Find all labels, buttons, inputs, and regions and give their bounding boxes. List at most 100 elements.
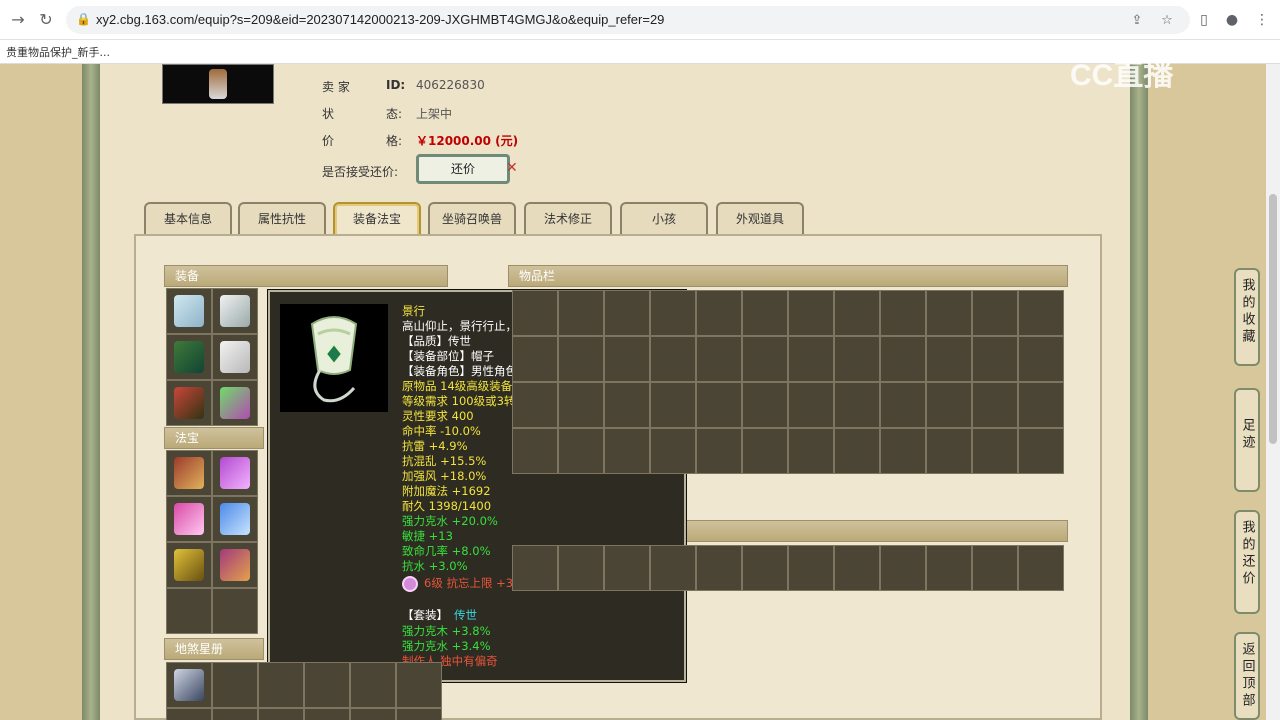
grid-slot[interactable] [788, 336, 834, 382]
grid-slot[interactable] [166, 288, 212, 334]
grid-slot[interactable] [604, 290, 650, 336]
grid-slot[interactable] [258, 708, 304, 720]
grid-slot[interactable] [742, 290, 788, 336]
grid-slot[interactable] [972, 290, 1018, 336]
grid-slot[interactable] [696, 290, 742, 336]
grid-slot[interactable] [1018, 428, 1064, 474]
grid-slot[interactable] [558, 290, 604, 336]
grid-slot[interactable] [696, 336, 742, 382]
grid-slot[interactable] [1018, 545, 1064, 591]
menu-icon[interactable]: ⋮ [1252, 10, 1272, 30]
grid-slot[interactable] [558, 382, 604, 428]
grid-slot[interactable] [212, 450, 258, 496]
grid-slot[interactable] [166, 708, 212, 720]
grid-slot[interactable] [834, 428, 880, 474]
reload-icon[interactable]: ↻ [36, 10, 56, 30]
grid-slot[interactable] [396, 708, 442, 720]
grid-slot[interactable] [788, 382, 834, 428]
grid-slot[interactable] [558, 545, 604, 591]
grid-slot[interactable] [304, 662, 350, 708]
tab-basic-info[interactable]: 基本信息 [144, 202, 232, 236]
grid-slot[interactable] [166, 662, 212, 708]
share-icon[interactable]: ⇪ [1128, 12, 1146, 30]
grid-slot[interactable] [512, 545, 558, 591]
grid-slot[interactable] [972, 428, 1018, 474]
grid-slot[interactable] [166, 380, 212, 426]
grid-slot[interactable] [212, 288, 258, 334]
counter-offer-button[interactable]: 还价 [416, 154, 510, 184]
grid-slot[interactable] [604, 336, 650, 382]
grid-slot[interactable] [926, 382, 972, 428]
grid-slot[interactable] [166, 542, 212, 588]
grid-slot[interactable] [512, 336, 558, 382]
grid-slot[interactable] [742, 382, 788, 428]
grid-slot[interactable] [788, 428, 834, 474]
grid-slot[interactable] [650, 336, 696, 382]
grid-slot[interactable] [212, 662, 258, 708]
scrollbar-thumb[interactable] [1269, 194, 1277, 444]
grid-slot[interactable] [696, 545, 742, 591]
tab-appearance[interactable]: 外观道具 [716, 202, 804, 236]
grid-slot[interactable] [880, 545, 926, 591]
grid-slot[interactable] [212, 542, 258, 588]
grid-slot[interactable] [834, 290, 880, 336]
grid-slot[interactable] [558, 428, 604, 474]
grid-slot[interactable] [926, 336, 972, 382]
grid-slot[interactable] [512, 290, 558, 336]
grid-slot[interactable] [880, 428, 926, 474]
grid-slot[interactable] [972, 545, 1018, 591]
grid-slot[interactable] [212, 380, 258, 426]
grid-slot[interactable] [1018, 290, 1064, 336]
grid-slot[interactable] [350, 662, 396, 708]
forward-icon[interactable]: → [8, 10, 28, 30]
tab-attributes[interactable]: 属性抗性 [238, 202, 326, 236]
grid-slot[interactable] [742, 428, 788, 474]
grid-slot[interactable] [1018, 336, 1064, 382]
grid-slot[interactable] [166, 450, 212, 496]
grid-slot[interactable] [166, 588, 212, 634]
grid-slot[interactable] [788, 545, 834, 591]
tab-mounts-pets[interactable]: 坐骑召唤兽 [428, 202, 516, 236]
grid-slot[interactable] [880, 336, 926, 382]
grid-slot[interactable] [926, 545, 972, 591]
grid-slot[interactable] [212, 334, 258, 380]
grid-slot[interactable] [926, 290, 972, 336]
grid-slot[interactable] [604, 382, 650, 428]
sidepanel-icon[interactable]: ▯ [1194, 10, 1214, 30]
bookmark-item[interactable]: 贵重物品保护_新手... [6, 44, 110, 60]
url-text[interactable]: xy2.cbg.163.com/equip?s=209&eid=20230714… [96, 12, 664, 27]
grid-slot[interactable] [834, 545, 880, 591]
grid-slot[interactable] [512, 382, 558, 428]
grid-slot[interactable] [650, 428, 696, 474]
my-favorites-button[interactable]: 我的收藏 [1234, 268, 1260, 366]
grid-slot[interactable] [558, 336, 604, 382]
grid-slot[interactable] [742, 336, 788, 382]
tab-child[interactable]: 小孩 [620, 202, 708, 236]
grid-slot[interactable] [742, 545, 788, 591]
grid-slot[interactable] [696, 428, 742, 474]
my-counter-offers-button[interactable]: 我的还价 [1234, 510, 1260, 614]
grid-slot[interactable] [396, 662, 442, 708]
grid-slot[interactable] [604, 545, 650, 591]
grid-slot[interactable] [304, 708, 350, 720]
grid-slot[interactable] [834, 382, 880, 428]
grid-slot[interactable] [512, 428, 558, 474]
address-bar[interactable]: 🔒 xy2.cbg.163.com/equip?s=209&eid=202307… [66, 6, 1190, 34]
grid-slot[interactable] [212, 496, 258, 542]
grid-slot[interactable] [972, 336, 1018, 382]
grid-slot[interactable] [696, 382, 742, 428]
history-button[interactable]: 足迹 [1234, 388, 1260, 492]
grid-slot[interactable] [604, 428, 650, 474]
grid-slot[interactable] [650, 545, 696, 591]
tab-spell-mods[interactable]: 法术修正 [524, 202, 612, 236]
back-to-top-button[interactable]: 返回顶部 [1234, 632, 1260, 720]
grid-slot[interactable] [880, 382, 926, 428]
grid-slot[interactable] [650, 382, 696, 428]
grid-slot[interactable] [350, 708, 396, 720]
grid-slot[interactable] [258, 662, 304, 708]
tab-equipment[interactable]: 装备法宝 [333, 202, 421, 236]
grid-slot[interactable] [166, 334, 212, 380]
grid-slot[interactable] [972, 382, 1018, 428]
grid-slot[interactable] [834, 336, 880, 382]
grid-slot[interactable] [212, 708, 258, 720]
